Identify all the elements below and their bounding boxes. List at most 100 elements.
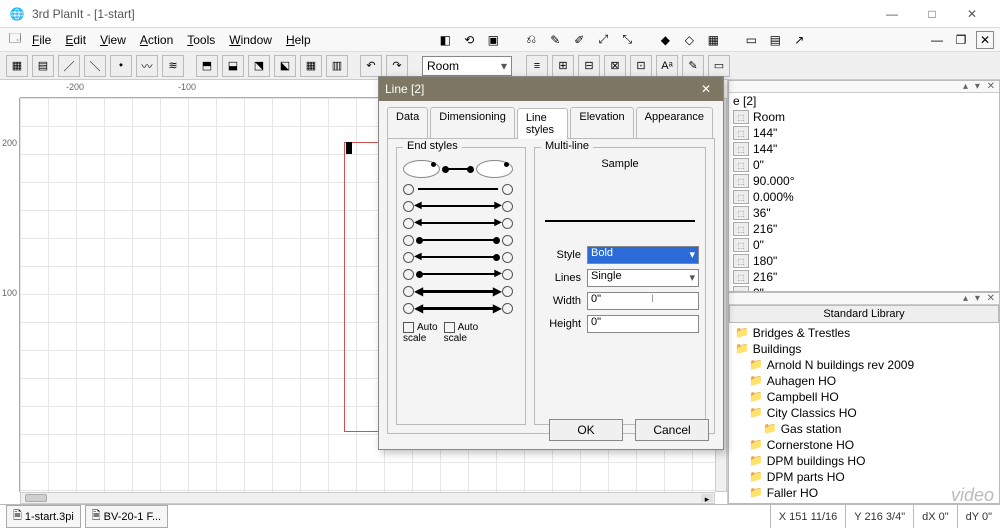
property-row[interactable]: ⬚0" [729, 157, 999, 173]
tool-5[interactable]: ⬩ [110, 55, 132, 77]
library-item[interactable]: 📁Arnold N buildings rev 2009 [735, 357, 993, 373]
width-input[interactable]: 0"I [587, 292, 699, 310]
app-menu-icon[interactable]: 🗔 [6, 31, 24, 49]
property-row[interactable]: ⬚144" [729, 125, 999, 141]
menu-action[interactable]: Action [134, 31, 179, 49]
radio-right[interactable] [502, 303, 513, 314]
menu-help[interactable]: Help [280, 31, 317, 49]
radio-left[interactable] [403, 184, 414, 195]
tab-data[interactable]: Data [387, 107, 428, 138]
mdi-minimize-icon[interactable]: — [928, 31, 946, 49]
tool-17[interactable]: ⊞ [552, 55, 574, 77]
toolbar-icon-5[interactable]: ✎ [546, 31, 564, 49]
canvas-scrollbar-h[interactable]: ▸ [20, 492, 715, 504]
checkbox-icon[interactable] [403, 322, 414, 333]
doc-tab-2[interactable]: 🗎BV-20-1 F... [85, 505, 168, 528]
tool-16[interactable]: ≡ [526, 55, 548, 77]
end-style-option[interactable]: ◀▶ [403, 217, 513, 229]
mdi-close-icon[interactable]: ✕ [976, 31, 994, 49]
radio-right[interactable] [502, 269, 513, 280]
doc-tab-1[interactable]: 🗎1-start.3pi [6, 505, 81, 528]
tool-3[interactable]: ／ [58, 55, 80, 77]
radio-right[interactable] [502, 218, 513, 229]
property-row[interactable]: ⬚0" [729, 237, 999, 253]
library-item[interactable]: 📁Faller HO [735, 485, 993, 501]
toolbar-icon-6[interactable]: ✐ [570, 31, 588, 49]
tab-elevation[interactable]: Elevation [570, 107, 633, 138]
tool-23[interactable]: ▭ [708, 55, 730, 77]
property-row[interactable]: ⬚0" [729, 285, 999, 292]
tool-7[interactable]: ≋ [162, 55, 184, 77]
end-style-option[interactable]: ◀ [403, 251, 513, 263]
tool-2[interactable]: ▤ [32, 55, 54, 77]
property-row[interactable]: ⬚216" [729, 269, 999, 285]
library-item[interactable]: 📁DPM buildings HO [735, 453, 993, 469]
end-style-option[interactable] [403, 160, 513, 178]
tool-20[interactable]: ⊡ [630, 55, 652, 77]
library-item[interactable]: 📁Cornerstone HO [735, 437, 993, 453]
minimize-button[interactable]: — [872, 3, 912, 25]
radio-left[interactable] [403, 201, 414, 212]
panel-collapse-icon[interactable]: ▴ ▾ ✕ [963, 293, 997, 304]
tool-21[interactable]: Aᵃ [656, 55, 678, 77]
toolbar-icon-7[interactable]: ⤢ [594, 31, 612, 49]
library-item[interactable]: 📁Gas station [735, 421, 993, 437]
dialog-close-icon[interactable]: ✕ [695, 82, 717, 96]
library-tree[interactable]: 📁Bridges & Trestles📁Buildings📁Arnold N b… [729, 323, 999, 504]
selection-handle[interactable] [346, 142, 352, 154]
layer-combo[interactable]: Room [422, 56, 512, 76]
tool-1[interactable]: ▦ [6, 55, 28, 77]
radio-right[interactable] [502, 286, 513, 297]
tool-9[interactable]: ⬓ [222, 55, 244, 77]
panel-collapse-icon[interactable]: ▴ ▾ ✕ [963, 81, 997, 92]
radio-left[interactable] [403, 286, 414, 297]
property-row[interactable]: ⬚180" [729, 253, 999, 269]
tool-18[interactable]: ⊟ [578, 55, 600, 77]
cancel-button[interactable]: Cancel [635, 419, 709, 441]
radio-right[interactable] [476, 160, 513, 178]
tool-11[interactable]: ⬕ [274, 55, 296, 77]
toolbar-icon-11[interactable]: ▦ [704, 31, 722, 49]
toolbar-icon-4[interactable]: ⎌ [522, 31, 540, 49]
radio-left[interactable] [403, 218, 414, 229]
library-item[interactable]: 📁Auhagen HO [735, 373, 993, 389]
library-item[interactable]: 📁Buildings [735, 341, 993, 357]
auto-scale-right[interactable]: Auto scale [444, 322, 479, 344]
radio-left[interactable] [403, 235, 414, 246]
radio-right[interactable] [502, 235, 513, 246]
lines-select[interactable]: Single [587, 269, 699, 287]
library-item[interactable]: 📁Bridges & Trestles [735, 325, 993, 341]
property-row[interactable]: ⬚90.000° [729, 173, 999, 189]
toolbar-icon-1[interactable]: ◧ [436, 31, 454, 49]
menu-window[interactable]: Window [223, 31, 278, 49]
menu-file[interactable]: File [26, 31, 57, 49]
tool-22[interactable]: ✎ [682, 55, 704, 77]
tool-12[interactable]: ▦ [300, 55, 322, 77]
end-style-option[interactable]: ▶ [403, 268, 513, 280]
toolbar-icon-2[interactable]: ⟲ [460, 31, 478, 49]
property-row[interactable]: ⬚144" [729, 141, 999, 157]
end-style-option[interactable] [403, 234, 513, 246]
toolbar-icon-10[interactable]: ◇ [680, 31, 698, 49]
menu-edit[interactable]: Edit [59, 31, 92, 49]
end-style-option[interactable]: ◀▶ [403, 302, 513, 314]
dialog-titlebar[interactable]: Line [2] ✕ [379, 77, 723, 101]
ok-button[interactable]: OK [549, 419, 623, 441]
tool-13[interactable]: ▥ [326, 55, 348, 77]
height-input[interactable]: 0" [587, 315, 699, 333]
auto-scale-left[interactable]: Auto scale [403, 322, 438, 344]
toolbar-icon-14[interactable]: ↗ [790, 31, 808, 49]
checkbox-icon[interactable] [444, 322, 455, 333]
toolbar-icon-9[interactable]: ◆ [656, 31, 674, 49]
radio-right[interactable] [502, 201, 513, 212]
property-row[interactable]: ⬚216" [729, 221, 999, 237]
library-item[interactable]: 📁City Classics HO [735, 405, 993, 421]
toolbar-icon-12[interactable]: ▭ [742, 31, 760, 49]
tool-19[interactable]: ⊠ [604, 55, 626, 77]
tool-4[interactable]: ＼ [84, 55, 106, 77]
end-style-option[interactable] [403, 183, 513, 195]
library-item[interactable]: 📁Campbell HO [735, 389, 993, 405]
radio-left[interactable] [403, 252, 414, 263]
toolbar-icon-3[interactable]: ▣ [484, 31, 502, 49]
tool-8[interactable]: ⬒ [196, 55, 218, 77]
